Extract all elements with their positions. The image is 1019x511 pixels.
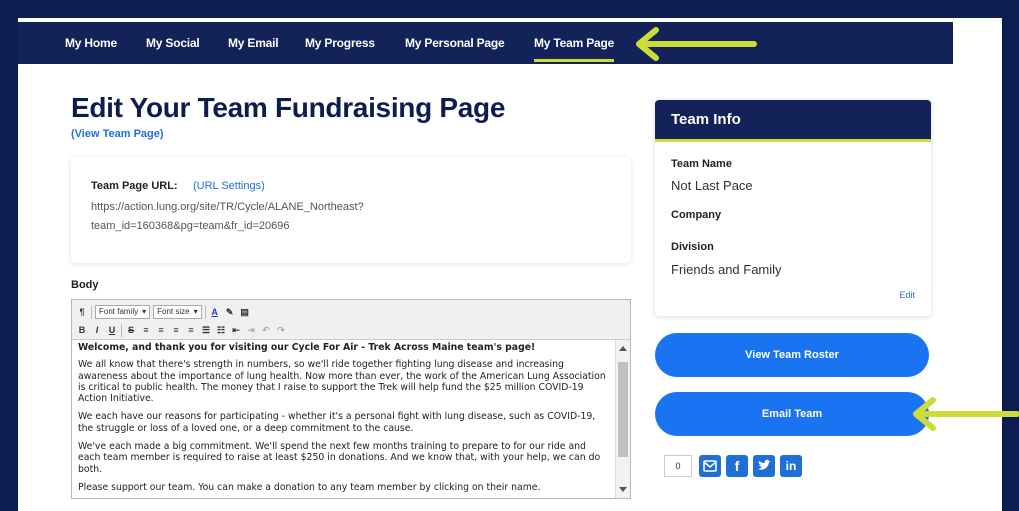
font-family-select[interactable]: Font family ▾ <box>95 305 151 319</box>
body-paragraph: We each have our reasons for participati… <box>78 411 596 434</box>
scroll-thumb[interactable] <box>618 362 628 457</box>
team-url-line-2: team_id=160368&pg=team&fr_id=20696 <box>91 220 290 232</box>
editor-text-area[interactable]: Welcome, and thank you for visiting our … <box>72 340 614 498</box>
nav-my-home[interactable]: My Home <box>65 22 117 64</box>
body-label: Body <box>71 279 99 291</box>
team-info-card: Team Info Team Name Not Last Pace Compan… <box>655 100 931 316</box>
nav-my-email[interactable]: My Email <box>228 22 279 64</box>
redo-icon[interactable]: ↷ <box>275 324 287 336</box>
edit-team-info-link[interactable]: Edit <box>899 290 915 300</box>
division-label: Division <box>671 241 714 253</box>
main-nav: My Home My Social My Email My Progress M… <box>18 22 953 64</box>
body-editor: ¶ Font family ▾ Font size ▾ A ✎ ▤ B I U S … <box>71 299 631 499</box>
editor-toolbar: ¶ Font family ▾ Font size ▾ A ✎ ▤ B I U S … <box>72 300 630 340</box>
body-paragraph: We all know that there's strength in num… <box>78 359 606 405</box>
team-url-label: Team Page URL: <box>91 180 178 192</box>
nav-my-personal-page[interactable]: My Personal Page <box>405 22 505 64</box>
share-count: 0 <box>664 455 692 477</box>
editor-scrollbar[interactable] <box>615 340 630 498</box>
nav-my-social[interactable]: My Social <box>146 22 200 64</box>
team-name-label: Team Name <box>671 158 732 170</box>
nav-my-progress[interactable]: My Progress <box>305 22 375 64</box>
division-value: Friends and Family <box>671 262 782 277</box>
twitter-icon[interactable] <box>753 455 775 477</box>
facebook-icon[interactable]: f <box>726 455 748 477</box>
team-url-card: Team Page URL: (URL Settings) https://ac… <box>71 157 631 263</box>
scroll-up-icon[interactable] <box>619 346 627 351</box>
bullet-list-icon[interactable]: ☰ <box>200 324 212 336</box>
team-url-line-1: https://action.lung.org/site/TR/Cycle/AL… <box>91 201 364 213</box>
page: My Home My Social My Email My Progress M… <box>18 0 1019 511</box>
underline-icon[interactable]: U <box>106 324 118 336</box>
align-right-icon[interactable]: ≡ <box>170 324 182 336</box>
view-team-page-link[interactable]: (View Team Page) <box>71 128 164 140</box>
url-settings-link[interactable]: (URL Settings) <box>193 180 265 192</box>
team-name-value: Not Last Pace <box>671 178 753 193</box>
styles-icon[interactable]: ¶ <box>76 306 88 318</box>
view-team-roster-button[interactable]: View Team Roster <box>655 333 929 377</box>
page-title: Edit Your Team Fundraising Page <box>71 92 506 123</box>
company-label: Company <box>671 209 722 221</box>
nav-my-team-page[interactable]: My Team Page <box>534 22 614 64</box>
body-paragraph: We've each made a big commitment. We'll … <box>78 441 601 475</box>
email-share-icon[interactable] <box>699 455 721 477</box>
body-paragraph: Welcome, and thank you for visiting our … <box>78 342 536 353</box>
justify-icon[interactable]: ≡ <box>185 324 197 336</box>
align-left-icon[interactable]: ≡ <box>140 324 152 336</box>
paste-icon[interactable]: ▤ <box>239 306 251 318</box>
team-info-heading: Team Info <box>655 100 931 142</box>
social-share-bar: 0 f in <box>664 455 802 477</box>
top-banner <box>18 0 1002 18</box>
undo-icon[interactable]: ↶ <box>260 324 272 336</box>
scroll-down-icon[interactable] <box>619 487 627 492</box>
italic-icon[interactable]: I <box>91 324 103 336</box>
bold-icon[interactable]: B <box>76 324 88 336</box>
strikethrough-icon[interactable]: S <box>125 324 137 336</box>
outdent-icon[interactable]: ⇤ <box>230 324 242 336</box>
body-paragraph: Please support our team. You can make a … <box>78 481 541 493</box>
email-team-button[interactable]: Email Team <box>655 392 929 436</box>
linkedin-icon[interactable]: in <box>780 455 802 477</box>
text-color-icon[interactable]: A <box>209 306 221 318</box>
highlight-color-icon[interactable]: ✎ <box>224 306 236 318</box>
indent-icon[interactable]: ⇥ <box>245 324 257 336</box>
font-size-select[interactable]: Font size ▾ <box>153 305 202 319</box>
numbered-list-icon[interactable]: ☷ <box>215 324 227 336</box>
align-center-icon[interactable]: ≡ <box>155 324 167 336</box>
highlight-arrow-icon <box>636 27 757 61</box>
highlight-arrow-icon <box>913 397 1019 431</box>
